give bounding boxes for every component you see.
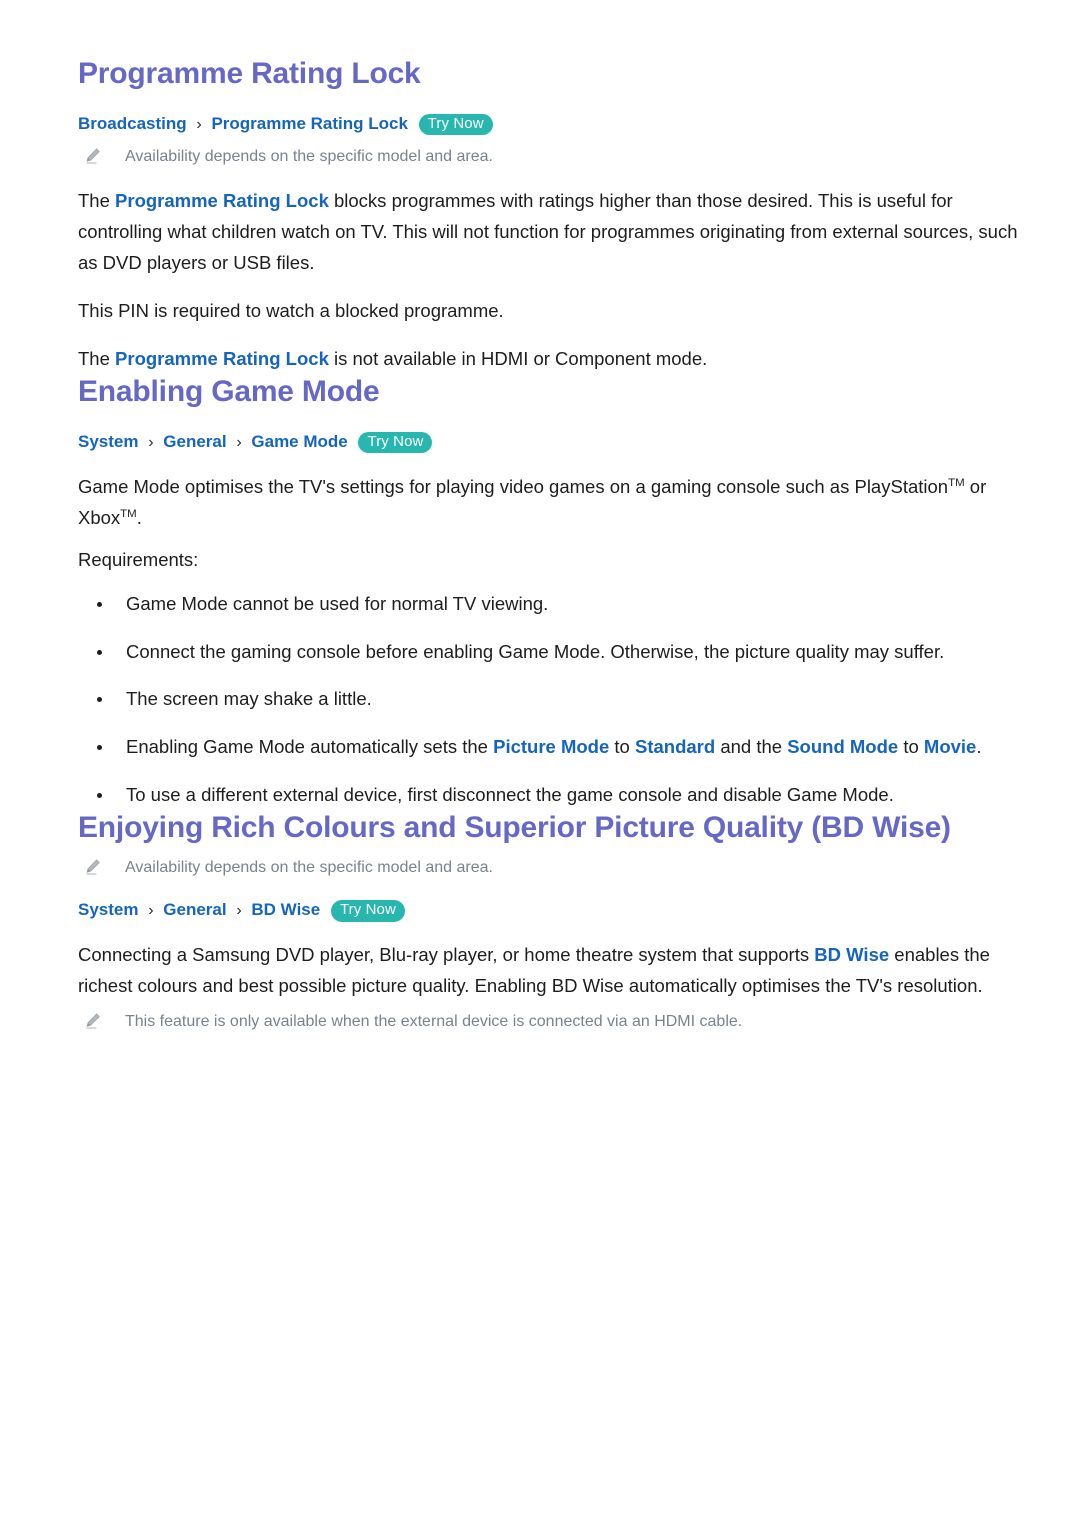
breadcrumb-crumb-bd-wise[interactable]: BD Wise	[251, 900, 320, 919]
breadcrumb-programme-rating-lock: Broadcasting › Programme Rating Lock Try…	[78, 113, 1020, 136]
breadcrumb-separator-icon: ›	[148, 433, 154, 451]
bullet-dot-icon	[97, 697, 102, 703]
breadcrumb-separator-icon: ›	[196, 115, 202, 133]
inline-link-standard[interactable]: Standard	[635, 736, 715, 757]
text-run: To use a different external device, firs…	[126, 783, 894, 805]
text-run: Requirements:	[78, 548, 199, 570]
text-run: Enabling Game Mode automatically sets th…	[126, 735, 494, 757]
breadcrumb-game-mode: System › General › Game Mode Try Now	[78, 431, 1020, 454]
text-run: Game Mode cannot be used for normal TV v…	[126, 592, 549, 614]
inline-link-programme-rating-lock[interactable]: Programme Rating Lock	[115, 348, 329, 369]
section-enabling-game-mode: Enabling Game Mode System › General › Ga…	[78, 374, 1020, 810]
text-run: Game Mode optimises the TV's settings fo…	[78, 475, 949, 497]
text-run: Connecting a Samsung DVD player, Blu-ray…	[78, 944, 815, 966]
page-title-bd-wise: Enjoying Rich Colours and Superior Pictu…	[78, 811, 951, 845]
breadcrumb-crumb-system[interactable]: System	[78, 432, 138, 451]
page-title-enabling-game-mode: Enabling Game Mode	[78, 375, 380, 409]
list-item: Game Mode cannot be used for normal TV v…	[78, 589, 1020, 620]
list-item: Enabling Game Mode automatically sets th…	[78, 732, 1020, 763]
manual-page: Programme Rating Lock Broadcasting › Pro…	[0, 0, 1080, 1527]
note-text: Availability depends on the specific mod…	[125, 147, 493, 165]
bullet-dot-icon	[97, 601, 102, 607]
note-availability-bd-wise: Availability depends on the specific mod…	[78, 856, 1020, 879]
bullet-dot-icon	[97, 649, 102, 655]
inline-link-picture-mode[interactable]: Picture Mode	[493, 736, 609, 757]
text-run: to	[609, 735, 635, 757]
requirements-list: Game Mode cannot be used for normal TV v…	[78, 589, 1020, 811]
breadcrumb-separator-icon: ›	[236, 902, 242, 920]
inline-link-bd-wise[interactable]: BD Wise	[814, 944, 889, 965]
note-text: Availability depends on the specific mod…	[125, 858, 493, 876]
inline-link-movie[interactable]: Movie	[924, 736, 976, 757]
inline-link-sound-mode[interactable]: Sound Mode	[787, 736, 898, 757]
list-item: To use a different external device, firs…	[78, 780, 1020, 811]
note-text: This feature is only available when the …	[125, 1013, 743, 1031]
paragraph-prl-2: This PIN is required to watch a blocked …	[78, 295, 1020, 326]
text-run: Connect the gaming console before enabli…	[126, 640, 945, 662]
text-run: The	[78, 348, 116, 370]
text-run: The screen may shake a little.	[126, 688, 372, 710]
try-now-badge-programme-rating-lock[interactable]: Try Now	[418, 113, 493, 136]
bullet-dot-icon	[97, 744, 102, 750]
breadcrumb-crumb-general[interactable]: General	[163, 432, 226, 451]
list-item: Connect the gaming console before enabli…	[78, 637, 1020, 668]
breadcrumb-crumb-general[interactable]: General	[163, 900, 226, 919]
trademark-mark: TM	[948, 476, 965, 489]
section-programme-rating-lock: Programme Rating Lock Broadcasting › Pro…	[78, 56, 1020, 374]
breadcrumb-crumb-game-mode[interactable]: Game Mode	[251, 432, 347, 451]
paragraph-gm-requirements-label: Requirements:	[78, 544, 1020, 575]
paragraph-prl-1: The Programme Rating Lock blocks program…	[78, 185, 1020, 278]
bullet-dot-icon	[97, 792, 102, 798]
paragraph-gm-1: Game Mode optimises the TV's settings fo…	[78, 471, 1020, 533]
paragraph-prl-3: The Programme Rating Lock is not availab…	[78, 343, 1020, 374]
text-run: .	[136, 506, 142, 528]
note-hdmi-requirement: This feature is only available when the …	[78, 1010, 1020, 1033]
breadcrumb-separator-icon: ›	[148, 902, 154, 920]
page-title-programme-rating-lock: Programme Rating Lock	[78, 57, 421, 90]
trademark-mark: TM	[120, 507, 137, 520]
text-run: This PIN is required to watch a blocked …	[78, 299, 504, 321]
pencil-icon	[84, 147, 102, 165]
pencil-icon	[84, 858, 102, 876]
breadcrumb-crumb-system[interactable]: System	[78, 900, 138, 919]
text-run: .	[976, 735, 982, 757]
text-run: to	[898, 735, 924, 757]
breadcrumb-crumb-programme-rating-lock[interactable]: Programme Rating Lock	[211, 114, 408, 133]
breadcrumb-separator-icon: ›	[236, 433, 242, 451]
text-run: The	[78, 189, 116, 211]
breadcrumb-crumb-broadcasting[interactable]: Broadcasting	[78, 114, 187, 133]
pencil-icon	[84, 1012, 102, 1030]
note-availability-programme-rating-lock: Availability depends on the specific mod…	[78, 145, 1020, 168]
try-now-badge-bd-wise[interactable]: Try Now	[330, 900, 405, 922]
section-bd-wise: Enjoying Rich Colours and Superior Pictu…	[78, 810, 1020, 1033]
list-item: The screen may shake a little.	[78, 684, 1020, 715]
inline-link-programme-rating-lock[interactable]: Programme Rating Lock	[115, 190, 329, 211]
text-run: is not available in HDMI or Component mo…	[328, 348, 708, 370]
paragraph-bd-1: Connecting a Samsung DVD player, Blu-ray…	[78, 939, 1020, 1001]
breadcrumb-bd-wise: System › General › BD Wise Try Now	[78, 899, 1020, 922]
try-now-badge-game-mode[interactable]: Try Now	[358, 431, 433, 454]
text-run: and the	[715, 735, 788, 757]
